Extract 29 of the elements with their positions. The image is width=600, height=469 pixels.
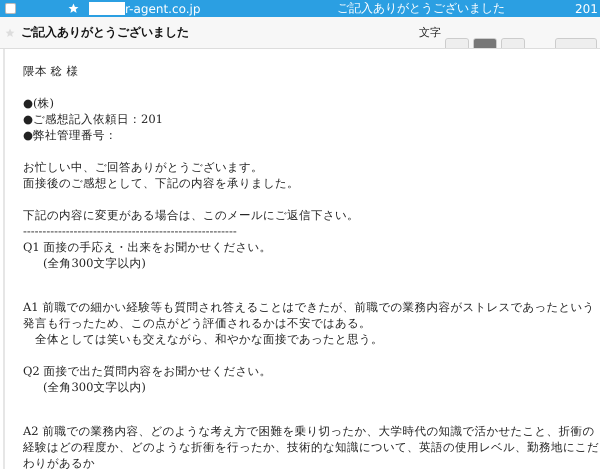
sender-text: r-agent.co.jp: [125, 2, 200, 16]
message-list-row[interactable]: r-agent.co.jp ご記入ありがとうございました 201: [0, 0, 600, 17]
checkbox[interactable]: [5, 3, 16, 14]
toolbar-button[interactable]: [473, 38, 497, 48]
body-text: お忙しい中、ご回答ありがとうございます。: [23, 159, 264, 175]
toolbar-button[interactable]: [501, 38, 525, 48]
body-text: A1 前職での細かい経験等も質問され答えることはできたが、前職での業務内容がストレスであったという発言も行ったため、この点がどう評価されるかは不安ではある。: [23, 299, 596, 331]
body-text: ●弊社管理番号：: [23, 127, 118, 143]
toolbar-button[interactable]: [555, 38, 597, 48]
body-text: Q2 面接で出た質問内容をお聞かせください。: [23, 363, 272, 379]
body-text: 下記の内容に変更がある場合は、このメールにご返信下さい。: [23, 207, 360, 223]
message-subject: ご記入ありがとうございました: [21, 24, 190, 41]
star-icon[interactable]: [5, 28, 15, 38]
redaction-block: [89, 2, 125, 15]
body-text: (全角300文字以内): [42, 255, 147, 271]
date-text: 201: [575, 2, 598, 16]
toolbar-button[interactable]: [445, 38, 469, 48]
body-text: 全体としては笑いも交えながら、和やかな面接であったと思う。: [34, 331, 384, 347]
body-text: Q1 面接の手応え・出来をお聞かせください。: [23, 239, 272, 255]
body-text: (全角300文字以内): [42, 379, 147, 395]
body-text: ●(株): [23, 95, 56, 111]
body-text: 面接後のご感想として、下記の内容を承りました。: [23, 175, 300, 191]
body-text: -------------------------------------------------------: [23, 223, 238, 239]
subject-text: ご記入ありがとうございました: [337, 0, 506, 17]
body-text: A2 前職での業務内容、どのような考え方で困難を乗り切ったか、大学時代の知識で活かせたこと、折衝の経験はどの程度か、どのような折衝を行ったか、技術的な知識について、英語の使用レベル、勤務地にこだわりがあるか: [23, 423, 600, 469]
toolbar-label: 文字: [419, 25, 441, 40]
body-text: 隈本 稔 様: [23, 63, 80, 79]
body-text: ●ご感想記入依頼日：201: [23, 111, 164, 127]
star-icon[interactable]: [68, 3, 79, 14]
